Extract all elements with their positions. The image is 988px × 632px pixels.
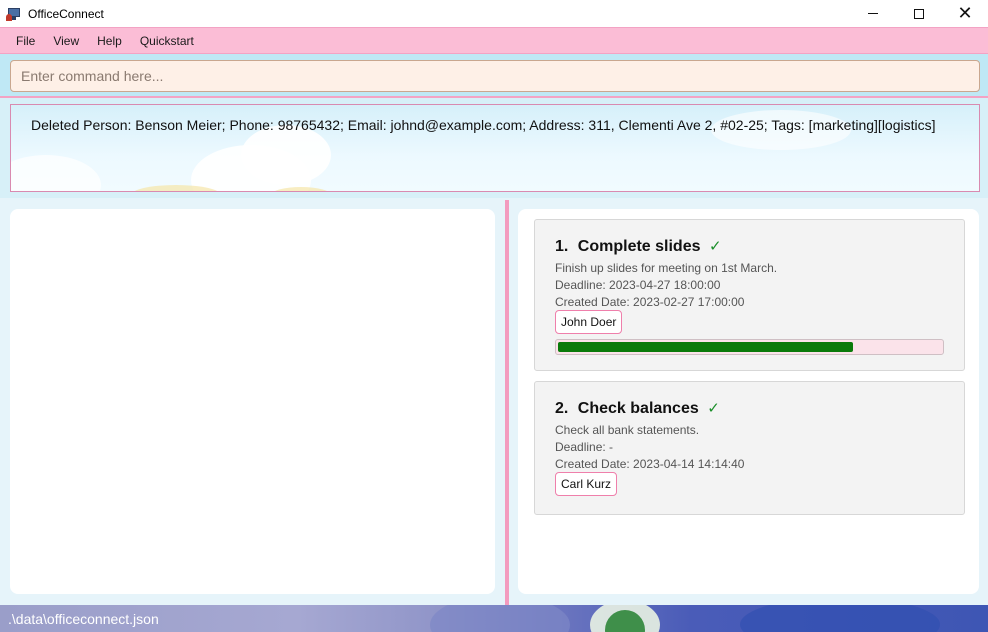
task-card[interactable]: 2. Check balances ✓ Check all bank state… [534, 381, 965, 515]
task-progress-fill [558, 342, 853, 352]
minimize-icon [868, 13, 878, 14]
command-box-area [0, 54, 988, 98]
assignee-tag: Carl Kurz [555, 472, 618, 496]
maximize-button[interactable] [896, 0, 942, 27]
title-bar: OfficeConnect ✕ [0, 0, 988, 27]
task-created-date: Created Date: 2023-02-27 17:00:00 [555, 295, 745, 309]
close-icon: ✕ [957, 2, 973, 24]
result-display: Deleted Person: Benson Meier; Phone: 987… [10, 104, 980, 192]
split-pane-divider[interactable] [505, 200, 509, 605]
person-list-panel[interactable] [10, 209, 495, 594]
checkmark-icon: ✓ [708, 237, 722, 255]
menu-file[interactable]: File [7, 34, 44, 48]
task-created-date: Created Date: 2023-04-14 14:14:40 [555, 457, 745, 471]
close-button[interactable]: ✕ [942, 0, 988, 27]
storage-file-path: .\data\officeconnect.json [8, 611, 159, 627]
background-decoration [740, 605, 940, 632]
task-deadline: Deadline: - [555, 440, 614, 454]
menu-quickstart[interactable]: Quickstart [131, 34, 203, 48]
result-message: Deleted Person: Benson Meier; Phone: 987… [31, 117, 936, 133]
task-title: Check balances [577, 400, 699, 417]
result-display-area: Deleted Person: Benson Meier; Phone: 987… [0, 98, 988, 198]
office-connect-app-icon [6, 6, 22, 22]
task-title-line: 1. Complete slides ✓ [555, 237, 722, 256]
checkmark-icon: ✓ [707, 399, 720, 417]
task-card[interactable]: 1. Complete slides ✓ Finish up slides fo… [534, 219, 965, 371]
window-title: OfficeConnect [28, 6, 104, 21]
task-index: 1. [555, 238, 569, 255]
task-index: 2. [555, 400, 569, 417]
command-input[interactable] [10, 60, 980, 92]
menu-view[interactable]: View [44, 34, 88, 48]
assignee-tag: John Doer [555, 310, 623, 334]
minimize-button[interactable] [850, 0, 896, 27]
task-deadline: Deadline: 2023-04-27 18:00:00 [555, 278, 721, 292]
task-title-line: 2. Check balances ✓ [555, 399, 720, 418]
main-content-area: 1. Complete slides ✓ Finish up slides fo… [0, 198, 988, 605]
task-progress-bar [555, 339, 944, 355]
task-title: Complete slides [577, 238, 701, 255]
window-controls: ✕ [850, 0, 988, 27]
menu-bar: File View Help Quickstart [0, 27, 988, 54]
maximize-icon [914, 8, 924, 19]
task-description: Check all bank statements. [555, 423, 700, 437]
menu-help[interactable]: Help [88, 34, 131, 48]
cloud-decoration [241, 125, 331, 185]
task-description: Finish up slides for meeting on 1st Marc… [555, 261, 778, 275]
status-bar: .\data\officeconnect.json [0, 605, 988, 632]
background-decoration [430, 605, 570, 632]
task-list-panel[interactable]: 1. Complete slides ✓ Finish up slides fo… [518, 209, 979, 594]
